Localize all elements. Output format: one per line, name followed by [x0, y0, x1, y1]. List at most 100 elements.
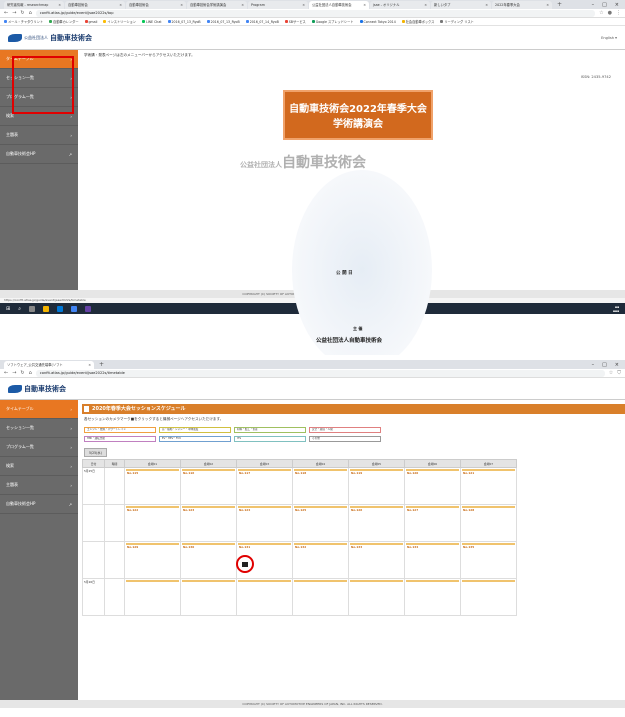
session-id[interactable]: No.118: [295, 471, 306, 475]
session-id[interactable]: No.115: [127, 471, 138, 475]
browser-tab[interactable]: 自動車技術会 ×: [126, 1, 186, 9]
session-id[interactable]: No.123: [183, 508, 194, 512]
session-id[interactable]: No.129: [127, 545, 138, 549]
session-cell[interactable]: No.130: [180, 541, 237, 579]
site-logo[interactable]: 自動車技術会: [8, 384, 66, 394]
session-id[interactable]: No.135: [463, 545, 474, 549]
home-icon[interactable]: ⌂: [29, 370, 32, 376]
session-id[interactable]: No.128: [463, 508, 474, 512]
new-tab-icon[interactable]: +: [95, 361, 108, 369]
close-icon[interactable]: ×: [88, 361, 91, 369]
sidebar-item-search[interactable]: 検索 ›: [0, 457, 78, 476]
camera-icon-highlight[interactable]: [236, 555, 254, 573]
session-cell[interactable]: No.134: [404, 541, 461, 579]
session-cell[interactable]: [236, 578, 293, 616]
browser-tab-active[interactable]: 公益社団法人自動車技術会 ×: [309, 1, 369, 9]
close-icon[interactable]: ×: [485, 1, 488, 9]
bookmark-item[interactable]: 2016_07_13_RyoB: [167, 20, 201, 24]
site-logo[interactable]: 公益社団法人 自動車技術会: [8, 33, 92, 43]
home-icon[interactable]: ⌂: [29, 10, 32, 16]
session-id[interactable]: No.122: [127, 508, 138, 512]
task-view-icon[interactable]: [29, 305, 36, 312]
reload-icon[interactable]: ↻: [20, 370, 24, 376]
minimize-icon[interactable]: –: [592, 361, 595, 369]
close-icon[interactable]: ×: [241, 1, 244, 9]
session-id[interactable]: No.116: [183, 471, 194, 475]
url-input[interactable]: confit.atlas.jp/guide/event/jsae2022s/to…: [35, 9, 596, 17]
bookmark-item[interactable]: メール・チャタウリント: [4, 19, 43, 24]
session-cell[interactable]: [292, 578, 349, 616]
session-cell[interactable]: No.117: [236, 467, 293, 505]
session-id[interactable]: No.130: [183, 545, 194, 549]
bookmark-item[interactable]: 2016_07_14_RyoB: [245, 20, 279, 24]
sidebar-item-homepage[interactable]: 自動車技術会HP ↗: [0, 145, 78, 164]
browser-tab[interactable]: jsae - オリジナル ×: [370, 1, 430, 9]
close-window-icon[interactable]: ×: [615, 361, 619, 369]
session-cell[interactable]: [404, 578, 461, 616]
session-id[interactable]: No.117: [239, 471, 250, 475]
search-icon[interactable]: ⌕: [18, 306, 21, 312]
windows-start-icon[interactable]: ⊞: [6, 306, 10, 312]
session-id[interactable]: No.125: [295, 508, 306, 512]
session-cell[interactable]: No.128: [460, 504, 517, 542]
browser-tab[interactable]: Program ×: [248, 1, 308, 9]
browser-tab[interactable]: 自動車技術会学術講演会 ×: [187, 1, 247, 9]
menu-icon[interactable]: ⋮: [616, 10, 621, 16]
session-cell[interactable]: No.118: [292, 467, 349, 505]
close-icon[interactable]: ×: [180, 1, 183, 9]
profile-icon[interactable]: ●: [608, 10, 612, 16]
sidebar-item-timetable[interactable]: タイムテーブル ›: [0, 400, 78, 419]
session-id[interactable]: No.133: [351, 545, 362, 549]
back-icon[interactable]: ←: [4, 370, 8, 376]
close-window-icon[interactable]: ×: [615, 1, 619, 9]
back-icon[interactable]: ←: [4, 10, 8, 16]
session-cell[interactable]: [460, 578, 517, 616]
new-tab-icon[interactable]: +: [553, 1, 566, 9]
maximize-icon[interactable]: □: [602, 1, 607, 9]
session-cell[interactable]: No.135: [460, 541, 517, 579]
sidebar-item-subjects[interactable]: 主題表 ›: [0, 476, 78, 495]
session-id[interactable]: No.131: [239, 545, 250, 549]
session-cell[interactable]: [124, 578, 181, 616]
session-cell[interactable]: No.121: [460, 467, 517, 505]
session-cell[interactable]: No.115: [124, 467, 181, 505]
chrome-icon[interactable]: [71, 305, 78, 312]
maximize-icon[interactable]: □: [602, 361, 607, 369]
url-input[interactable]: confit.atlas.jp/guide/event/jsae2022s/ti…: [35, 369, 605, 377]
forward-icon[interactable]: →: [12, 370, 16, 376]
close-icon[interactable]: ×: [424, 1, 427, 9]
session-cell[interactable]: No.119: [348, 467, 405, 505]
browser-tab-active[interactable]: ソフトウェア_公共交通先端車(ソフト ×: [4, 361, 94, 369]
date-tab[interactable]: 5/25(水): [84, 448, 107, 457]
star-icon[interactable]: ☆: [599, 10, 603, 16]
bookmark-item[interactable]: 自動車カレンダー: [49, 19, 79, 24]
sidebar-item-sessions[interactable]: セッション一覧 ›: [0, 419, 78, 438]
session-cell[interactable]: No.126: [348, 504, 405, 542]
bookmark-item[interactable]: インストリーション: [103, 19, 136, 24]
session-id[interactable]: No.124: [239, 508, 250, 512]
mail-icon[interactable]: [57, 305, 64, 312]
star-icon[interactable]: ☆: [609, 370, 613, 376]
close-icon[interactable]: ×: [58, 1, 61, 9]
forward-icon[interactable]: →: [12, 10, 16, 16]
explorer-icon[interactable]: [43, 305, 50, 312]
close-icon[interactable]: ×: [119, 1, 122, 9]
shield-icon[interactable]: ⛉: [617, 370, 621, 376]
sidebar-item-programs[interactable]: プログラム一覧 ›: [0, 438, 78, 457]
close-icon[interactable]: ×: [546, 1, 549, 9]
bookmark-item[interactable]: 社会自動車ボックス: [401, 19, 434, 24]
session-id[interactable]: No.134: [407, 545, 418, 549]
bookmark-item[interactable]: LINE Chat: [141, 20, 162, 24]
session-id[interactable]: No.120: [407, 471, 418, 475]
session-id[interactable]: No.119: [351, 471, 362, 475]
session-cell[interactable]: No.124: [236, 504, 293, 542]
session-cell[interactable]: [348, 578, 405, 616]
session-cell[interactable]: No.133: [348, 541, 405, 579]
bookmark-item[interactable]: リーディング リスト: [440, 19, 474, 24]
bookmark-item[interactable]: Google スプレッドシート: [311, 19, 354, 24]
sidebar-item-homepage[interactable]: 自動車技術会HP ↗: [0, 495, 78, 514]
sidebar-item-subjects[interactable]: 主題表 ›: [0, 126, 78, 145]
bookmark-item[interactable]: gmail: [84, 20, 97, 24]
session-cell[interactable]: No.127: [404, 504, 461, 542]
session-cell[interactable]: No.123: [180, 504, 237, 542]
